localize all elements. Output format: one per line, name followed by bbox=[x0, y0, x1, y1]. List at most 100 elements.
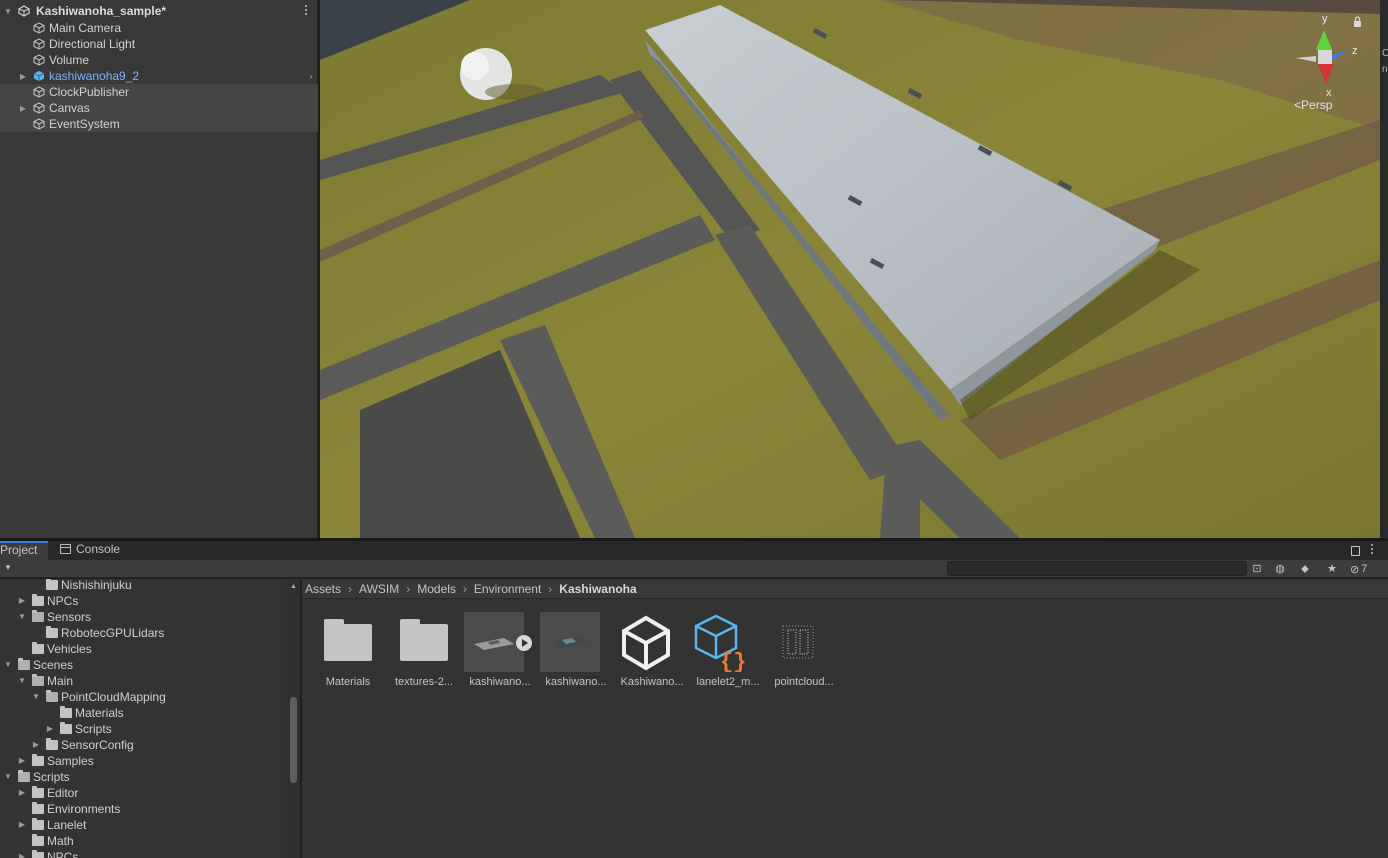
expand-arrow-icon[interactable]: ▼ bbox=[3, 7, 13, 16]
folder-icon bbox=[60, 706, 72, 718]
tree-item-label: Lanelet bbox=[47, 818, 87, 832]
pointcloud-file-icon bbox=[782, 625, 814, 659]
hierarchy-item-label: EventSystem bbox=[49, 117, 120, 131]
tree-item-sensorconfig[interactable]: ▶ SensorConfig bbox=[0, 737, 286, 753]
hidden-count-label: 7 bbox=[1361, 563, 1368, 575]
tree-item-samples[interactable]: ▶ Samples bbox=[0, 753, 286, 769]
mesh-preview-icon bbox=[554, 636, 588, 648]
expand-arrow-icon[interactable]: ▼ bbox=[17, 613, 27, 621]
tree-item-scripts[interactable]: ▶ Scripts bbox=[0, 721, 286, 737]
breadcrumb-item-current[interactable]: Kashiwanoha bbox=[559, 582, 636, 596]
hierarchy-item-eventsystem[interactable]: EventSystem bbox=[0, 116, 318, 132]
hidden-packages-toggle[interactable]: ⊘ 7 bbox=[1350, 561, 1367, 577]
asset-thumbnail bbox=[616, 612, 678, 674]
search-input[interactable] bbox=[947, 561, 1247, 576]
asset-thumbnail bbox=[768, 612, 830, 674]
collapse-arrow-icon[interactable]: ▶ bbox=[17, 597, 27, 605]
asset-pointcloud[interactable]: pointcloud... bbox=[758, 612, 834, 692]
tree-item-robotecgpulidars[interactable]: RobotecGPULidars bbox=[0, 625, 286, 641]
expand-arrow-icon[interactable]: ▼ bbox=[31, 693, 41, 701]
collapse-arrow-icon[interactable]: ▶ bbox=[17, 821, 27, 829]
project-folder-tree[interactable]: Nishishinjuku ▶ NPCs ▼ Sensors RobotecGP… bbox=[0, 579, 301, 858]
expand-arrow-icon[interactable]: ▼ bbox=[17, 677, 27, 685]
project-assets-view[interactable]: Assets › AWSIM › Models › Environment › … bbox=[302, 579, 1388, 858]
tree-item-pointcloudmapping[interactable]: ▼ PointCloudMapping bbox=[0, 689, 286, 705]
folder-icon bbox=[32, 786, 44, 798]
collapse-arrow-icon[interactable]: ▶ bbox=[17, 757, 27, 765]
tree-item-materials[interactable]: Materials bbox=[0, 705, 286, 721]
console-icon bbox=[60, 544, 71, 554]
expand-arrow-icon[interactable]: ▼ bbox=[3, 661, 13, 669]
asset-kashiwanoha-mesh[interactable]: kashiwano... bbox=[530, 612, 607, 692]
tab-project[interactable]: Project bbox=[0, 541, 48, 560]
collapse-arrow-icon[interactable]: ▶ bbox=[45, 725, 55, 733]
tree-item-main[interactable]: ▼ Main bbox=[0, 673, 286, 689]
tab-console[interactable]: Console bbox=[56, 541, 134, 560]
projection-label: Persp bbox=[1301, 98, 1333, 112]
folder-icon bbox=[32, 642, 44, 654]
collapse-arrow-icon[interactable]: ▶ bbox=[18, 72, 28, 81]
asset-name: pointcloud... bbox=[774, 676, 834, 688]
breadcrumb-item[interactable]: Environment bbox=[474, 582, 541, 596]
scene-viewport[interactable]: y z x <Persp bbox=[320, 0, 1380, 538]
asset-kashiwanoha-model[interactable]: kashiwano... bbox=[454, 612, 532, 692]
tree-item-label: Scripts bbox=[33, 770, 70, 784]
hierarchy-item-directional-light[interactable]: Directional Light bbox=[0, 36, 318, 52]
collapse-arrow-icon[interactable]: ▶ bbox=[18, 104, 28, 113]
tree-item-environments[interactable]: Environments bbox=[0, 801, 286, 817]
tree-item-npcs[interactable]: ▶ NPCs bbox=[0, 593, 286, 609]
more-menu-icon[interactable] bbox=[304, 5, 308, 17]
unity-scene-icon bbox=[18, 5, 30, 17]
tree-item-math[interactable]: Math bbox=[0, 833, 286, 849]
hierarchy-item-clockpublisher[interactable]: ClockPublisher bbox=[0, 84, 318, 100]
lock-icon[interactable] bbox=[1353, 16, 1362, 27]
collapse-arrow-icon[interactable]: ▶ bbox=[17, 789, 27, 797]
collapse-arrow-icon[interactable]: ▶ bbox=[31, 741, 41, 749]
hierarchy-scene-row[interactable]: ▼ Kashiwanoha_sample* bbox=[0, 3, 318, 19]
expand-arrow-icon[interactable]: ▼ bbox=[3, 773, 13, 781]
folder-icon bbox=[32, 850, 44, 858]
breadcrumb-item[interactable]: Models bbox=[417, 582, 456, 596]
prefab-icon bbox=[33, 71, 45, 81]
search-by-type-icon[interactable]: ⊡ bbox=[1249, 562, 1265, 576]
asset-textures-folder[interactable]: textures-2... bbox=[378, 612, 453, 692]
projection-toggle[interactable]: <Persp bbox=[1294, 98, 1332, 112]
tree-item-nishishinjuku[interactable]: Nishishinjuku bbox=[0, 579, 286, 593]
asset-lanelet2-map[interactable]: {} lanelet2_m... bbox=[682, 612, 759, 692]
tree-item-lanelet[interactable]: ▶ Lanelet bbox=[0, 817, 286, 833]
breadcrumb-item[interactable]: AWSIM bbox=[359, 582, 399, 596]
tab-bar-tools bbox=[1351, 544, 1374, 556]
tree-item-npcs-scripts[interactable]: ▶ NPCs bbox=[0, 849, 286, 858]
folder-icon bbox=[46, 579, 58, 590]
tree-item-scenes[interactable]: ▼ Scenes bbox=[0, 657, 286, 673]
collapse-arrow-icon[interactable]: ▶ bbox=[17, 853, 27, 858]
tree-item-vehicles[interactable]: Vehicles bbox=[0, 641, 286, 657]
folder-icon bbox=[32, 818, 44, 830]
search-by-label-icon[interactable]: ◍ bbox=[1272, 562, 1288, 576]
asset-kashiwanoha-scene[interactable]: Kashiwano... bbox=[606, 612, 683, 692]
scroll-up-arrow-icon[interactable]: ▲ bbox=[290, 583, 297, 590]
breadcrumb-chevron-icon: › bbox=[462, 581, 467, 596]
folder-open-icon bbox=[32, 610, 44, 622]
breadcrumb-item[interactable]: Assets bbox=[305, 582, 341, 596]
more-menu-icon[interactable] bbox=[1370, 544, 1374, 556]
hierarchy-item-volume[interactable]: Volume bbox=[0, 52, 318, 68]
tree-item-sensors[interactable]: ▼ Sensors bbox=[0, 609, 286, 625]
gizmo-y-label: y bbox=[1322, 13, 1328, 25]
hierarchy-item-main-camera[interactable]: Main Camera bbox=[0, 20, 318, 36]
open-prefab-chevron-icon[interactable]: › bbox=[306, 72, 316, 81]
tree-item-editor[interactable]: ▶ Editor bbox=[0, 785, 286, 801]
label-tag-icon[interactable]: ⬥ bbox=[1297, 562, 1313, 576]
hierarchy-item-kashiwanoha9-2[interactable]: ▶ kashiwanoha9_2 › bbox=[0, 68, 318, 84]
scrollbar-thumb[interactable] bbox=[290, 697, 297, 783]
favorite-star-icon[interactable]: ★ bbox=[1324, 562, 1340, 576]
asset-materials-folder[interactable]: Materials bbox=[302, 612, 374, 692]
lock-icon[interactable] bbox=[1351, 546, 1360, 556]
tree-item-scripts-root[interactable]: ▼ Scripts bbox=[0, 769, 286, 785]
mesh-preview-icon bbox=[474, 638, 514, 650]
add-dropdown-icon[interactable]: ▾ bbox=[0, 560, 16, 574]
hierarchy-item-canvas[interactable]: ▶ Canvas bbox=[0, 100, 318, 116]
tree-item-label: Scenes bbox=[33, 658, 74, 672]
folder-tree-scrollbar[interactable]: ▲ bbox=[287, 579, 300, 858]
unity-scene-icon bbox=[622, 615, 670, 671]
